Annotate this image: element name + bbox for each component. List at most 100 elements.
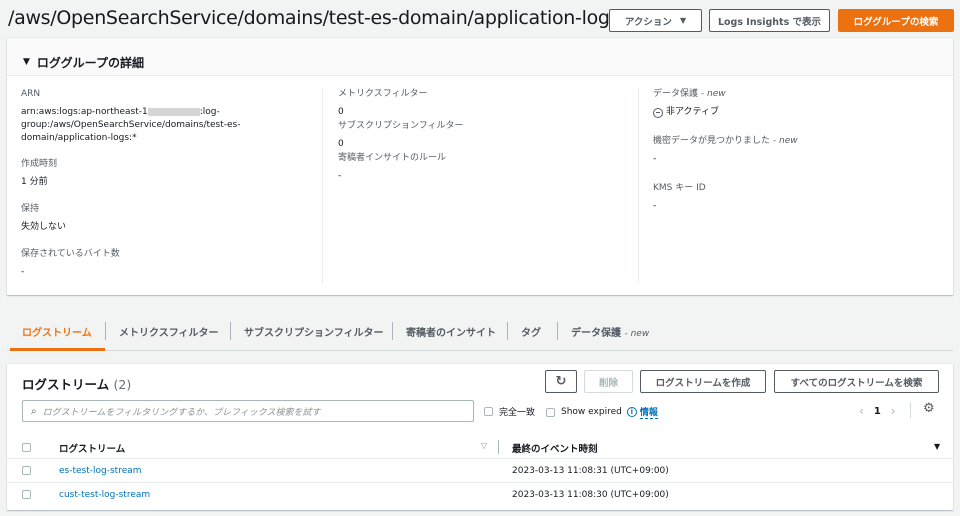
sensitive-data-value: - xyxy=(653,154,657,164)
log-stream-link[interactable]: cust-test-log-stream xyxy=(59,490,150,500)
search-placeholder: ログストリームをフィルタリングするか、プレフィックス検索を試す xyxy=(42,407,321,418)
column-header-last-event[interactable]: 最終のイベント時刻 xyxy=(512,441,598,455)
data-protection-value: 非アクティブ xyxy=(653,106,943,119)
new-tag: - new xyxy=(700,89,726,99)
stored-bytes-label: 保存されているバイト数 xyxy=(21,249,120,259)
settings-gear-icon[interactable]: ⚙ xyxy=(923,401,935,416)
details-column-3: データ保護 - new 非アクティブ 機密データが見つかりました - new -… xyxy=(653,88,943,213)
contributor-insights-label: 寄稿者インサイトのルール xyxy=(338,153,447,163)
show-expired-label: Show expired xyxy=(561,407,622,417)
details-column-1: ARN arn:aws:logs:ap-northeast-1 :log- gro… xyxy=(21,88,321,279)
tab-log-streams[interactable]: ログストリーム xyxy=(22,324,92,339)
created-value: 1 分前 xyxy=(21,177,48,187)
chevron-right-icon[interactable]: › xyxy=(891,404,896,418)
sensitive-data-label-text: 機密データが見つかりました xyxy=(653,136,771,146)
select-all-checkbox[interactable] xyxy=(22,443,31,452)
info-icon: i xyxy=(626,407,637,417)
arn-label: ARN xyxy=(21,89,41,99)
tab-metric-filters[interactable]: メトリクスフィルター xyxy=(119,324,219,339)
log-stream-filter-input[interactable]: ⌕ ログストリームをフィルタリングするか、プレフィックス検索を試す xyxy=(22,400,474,422)
details-column-2: メトリクスフィルター 0 サブスクリプションフィルター 0 寄稿者インサイトのル… xyxy=(338,88,628,183)
details-heading: ロググループの詳細 xyxy=(36,55,144,70)
metric-filters-label: メトリクスフィルター xyxy=(338,89,428,99)
tab-separator xyxy=(507,322,508,340)
chevron-left-icon[interactable]: ‹ xyxy=(859,404,864,418)
table-row: cust-test-log-stream 2023-03-13 11:08:30… xyxy=(7,483,953,507)
refresh-button[interactable]: ↻ xyxy=(545,370,577,393)
delete-button[interactable]: 削除 xyxy=(584,370,633,393)
tab-contributor-insights[interactable]: 寄稿者のインサイト xyxy=(406,324,496,339)
tab-separator xyxy=(557,322,558,340)
table-row: es-test-log-stream 2023-03-13 11:08:31 (… xyxy=(7,459,953,483)
arn-value-line3: domain/application-logs:* xyxy=(21,133,137,143)
new-tag: - new xyxy=(624,329,650,339)
log-streams-title-text: ログストリーム xyxy=(22,377,110,392)
contributor-insights-value: - xyxy=(338,171,342,181)
row-checkbox[interactable] xyxy=(22,490,31,499)
sort-desc-icon[interactable]: ▼ xyxy=(934,442,940,451)
tab-bar: ログストリーム メトリクスフィルター サブスクリプションフィルター 寄稿者のイン… xyxy=(7,316,953,351)
show-expired-checkbox[interactable] xyxy=(546,407,555,417)
page-header: /aws/OpenSearchService/domains/test-es-d… xyxy=(0,0,960,38)
tab-data-protection-label: データ保護 xyxy=(571,328,621,339)
retention-value: 失効しない xyxy=(21,222,67,232)
subscription-filters-value: 0 xyxy=(338,139,344,149)
column-divider xyxy=(322,88,323,283)
created-label: 作成時刻 xyxy=(21,159,58,169)
stored-bytes-value: - xyxy=(21,267,25,277)
caret-down-icon: ▼ xyxy=(679,16,687,25)
tab-subscription-filters[interactable]: サブスクリプションフィルター xyxy=(244,324,384,339)
column-divider xyxy=(498,440,499,454)
info-link[interactable]: 情報 xyxy=(639,405,658,419)
new-tag: - new xyxy=(772,136,798,146)
metric-filters-value: 0 xyxy=(338,107,344,117)
arn-value-line2: group:/aws/OpenSearchService/domains/tes… xyxy=(21,120,241,130)
log-group-details-panel: ▼ ロググループの詳細 ARN arn:aws:logs:ap-northeas… xyxy=(7,38,953,295)
arn-value-suffix: :log- xyxy=(199,107,220,117)
retention-label: 保持 xyxy=(21,204,40,214)
gear-icon[interactable] xyxy=(910,402,911,418)
details-header[interactable]: ▼ ロググループの詳細 xyxy=(7,38,953,76)
show-expired-option[interactable]: Show expired i 情報 xyxy=(546,405,658,419)
search-log-group-button[interactable]: ロググループの検索 xyxy=(838,9,954,32)
create-log-stream-button[interactable]: ログストリームを作成 xyxy=(640,370,766,393)
table-header: ログストリーム ▽ 最終のイベント時刻 ▼ xyxy=(7,436,953,459)
kms-key-value: - xyxy=(653,201,657,211)
exact-match-checkbox[interactable] xyxy=(484,407,493,416)
log-streams-title: ログストリーム (2) xyxy=(22,374,131,393)
data-protection-status: 非アクティブ xyxy=(666,107,720,117)
data-protection-label-text: データ保護 xyxy=(653,89,699,99)
tab-separator xyxy=(230,322,231,340)
log-streams-panel: ログストリーム (2) ↻ 削除 ログストリームを作成 すべてのログストリームを… xyxy=(7,364,953,510)
tab-separator xyxy=(105,322,106,340)
sort-caret-icon[interactable]: ▽ xyxy=(481,441,487,450)
logs-insights-button[interactable]: Logs Insights で表示 xyxy=(709,9,830,32)
actions-dropdown-button[interactable]: アクション ▼ xyxy=(609,9,702,32)
column-header-log-stream[interactable]: ログストリーム xyxy=(59,441,125,455)
active-tab-indicator xyxy=(10,348,105,351)
tab-separator xyxy=(392,322,393,340)
row-checkbox[interactable] xyxy=(22,466,31,475)
exact-match-option[interactable]: 完全一致 xyxy=(484,405,535,418)
exact-match-label: 完全一致 xyxy=(499,408,536,418)
pagination: ‹ 1 › xyxy=(859,404,896,418)
tab-data-protection[interactable]: データ保護 - new xyxy=(571,324,649,339)
refresh-icon: ↻ xyxy=(555,374,567,389)
last-event-time: 2023-03-13 11:08:31 (UTC+09:00) xyxy=(512,466,669,476)
tab-tags[interactable]: タグ xyxy=(521,324,541,339)
arn-value-prefix: arn:aws:logs:ap-northeast-1 xyxy=(21,107,148,117)
subscription-filters-label: サブスクリプションフィルター xyxy=(338,121,464,131)
last-event-time: 2023-03-13 11:08:30 (UTC+09:00) xyxy=(512,490,669,500)
kms-key-label: KMS キー ID xyxy=(653,183,706,193)
caret-down-icon[interactable]: ▼ xyxy=(23,57,30,67)
data-protection-label: データ保護 - new xyxy=(653,88,943,100)
search-all-log-streams-button[interactable]: すべてのログストリームを検索 xyxy=(774,370,939,393)
page-title: /aws/OpenSearchService/domains/test-es-d… xyxy=(8,7,620,29)
log-streams-count: (2) xyxy=(113,377,132,392)
actions-button-label: アクション xyxy=(624,16,672,28)
log-stream-link[interactable]: es-test-log-stream xyxy=(59,466,142,476)
page-number[interactable]: 1 xyxy=(874,406,881,417)
search-icon: ⌕ xyxy=(31,405,37,417)
sensitive-data-label: 機密データが見つかりました - new xyxy=(653,135,943,147)
minus-circle-icon xyxy=(653,107,663,118)
